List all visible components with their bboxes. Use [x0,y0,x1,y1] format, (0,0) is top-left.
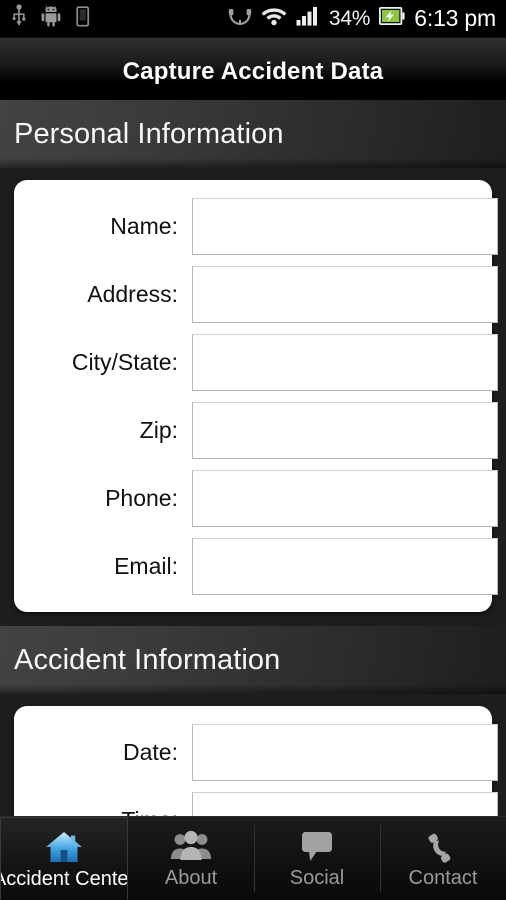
form-card-accident-information: Date: Time: [14,706,498,817]
form-row-city-state: City/State: [14,328,498,396]
status-clock: 6:13 pm [414,5,496,31]
input-date[interactable] [192,723,498,781]
input-zip[interactable] [192,401,498,459]
headset-icon [228,5,252,32]
form-row-phone: Phone: [14,464,498,532]
input-time[interactable] [192,791,498,816]
label-time: Time: [14,807,192,817]
form-card-personal-information: Name: Address: City/State: Zip: Phone: E… [14,180,498,612]
signal-icon [296,5,320,32]
tab-accident-center[interactable]: Accident Center [0,817,128,900]
card-wrapper-accident-information: Date: Time: [0,694,506,816]
form-row-time: Time: [14,786,498,817]
phone-icon [423,827,463,865]
form-row-address: Address: [14,260,498,328]
tab-social[interactable]: Social [254,817,380,900]
label-name: Name: [110,212,178,239]
title-bar: Capture Accident Data [0,38,506,100]
label-zip: Zip: [139,416,178,443]
section-title: Accident Information [14,643,281,676]
chat-bubble-icon [297,827,337,865]
tab-contact[interactable]: Contact [380,817,506,900]
phone-screen: 34% 6:13 pm Capture Accident Data Person… [0,0,506,900]
sdcard-icon [76,5,90,32]
section-header-accident-information: Accident Information [0,626,506,694]
input-email[interactable] [192,537,498,595]
android-robot-icon [40,5,62,32]
tab-label-contact: Contact [408,867,478,889]
home-icon [44,828,84,866]
label-phone: Phone: [105,484,178,511]
battery-percent-label: 34% [328,6,371,30]
input-city-state[interactable] [192,333,498,391]
usb-icon [12,4,26,33]
tab-label-about: About [164,867,218,889]
input-phone[interactable] [192,469,498,527]
form-scroll-container[interactable]: Personal Information Name: Address: City… [0,100,506,816]
status-bar: 34% 6:13 pm [0,0,506,38]
form-row-zip: Zip: [14,396,498,464]
input-address[interactable] [192,265,498,323]
battery-charging-icon [379,6,405,30]
label-city-state: City/State: [71,348,178,375]
tab-about[interactable]: About [128,817,254,900]
section-title: Personal Information [14,117,284,150]
page-title: Capture Accident Data [122,58,384,85]
tab-label-social: Social [289,867,345,889]
input-name[interactable] [192,197,498,255]
status-bar-left-icons [0,4,90,33]
label-email: Email: [114,552,178,579]
status-bar-right-icons: 34% 6:13 pm [228,5,506,32]
label-address: Address: [87,280,178,307]
card-wrapper-personal-information: Name: Address: City/State: Zip: Phone: E… [0,168,506,612]
section-header-personal-information: Personal Information [0,100,506,168]
people-icon [170,827,212,865]
bottom-tab-bar: Accident Center About [0,816,506,900]
form-row-name: Name: [14,192,498,260]
wifi-icon [261,5,287,32]
label-date: Date: [123,738,178,765]
form-row-email: Email: [14,532,498,600]
form-row-date: Date: [14,718,498,786]
tab-label-accident-center: Accident Center [0,867,128,890]
